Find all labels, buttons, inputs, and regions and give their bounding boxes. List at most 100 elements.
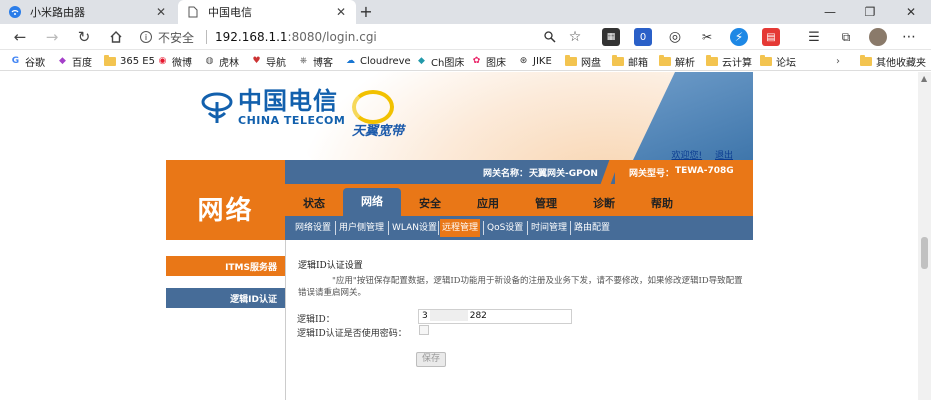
- bookmark-label: 图床: [486, 57, 506, 69]
- bookmarks-bar: G 谷歌 ◆ 百度 365 E5 ◉ 微博 ◍ 虎林 ♥ 导航 ⎈ 博客 ☁ Cloudrev…: [0, 51, 931, 71]
- bookmark-forum[interactable]: 论坛: [760, 53, 796, 69]
- scroll-up-icon[interactable]: ▲: [921, 74, 927, 83]
- extension-2-icon[interactable]: 0: [634, 28, 652, 46]
- bookmark-tuchuang[interactable]: ✿ 图床: [471, 53, 506, 69]
- extension-1-icon[interactable]: ▦: [602, 28, 620, 46]
- nav-management[interactable]: 管理: [517, 192, 575, 216]
- google-icon: G: [11, 56, 20, 66]
- bookmark-chtuchuang[interactable]: ◆ Ch图床: [416, 53, 464, 69]
- extension-3-icon[interactable]: ◎: [666, 28, 684, 46]
- hulin-icon: ◍: [205, 56, 214, 66]
- bookmark-label: 网盘: [581, 57, 601, 69]
- nav-diagnosis[interactable]: 诊断: [575, 192, 633, 216]
- extension-6-icon[interactable]: ▤: [762, 28, 780, 46]
- collections-icon[interactable]: ⧉: [837, 28, 855, 46]
- subnav-network-settings[interactable]: 网络设置: [293, 219, 333, 237]
- info-icon[interactable]: i: [140, 31, 152, 43]
- nav-help[interactable]: 帮助: [633, 192, 691, 216]
- subnav-divider: [388, 221, 389, 235]
- bookmarks-overflow-icon[interactable]: ›: [836, 53, 840, 69]
- new-tab-button[interactable]: +: [357, 2, 375, 21]
- bookmark-jike[interactable]: ⊛ JIKE: [518, 53, 552, 69]
- avatar[interactable]: [869, 28, 887, 46]
- bookmark-cloudreve[interactable]: ☁ Cloudreve: [345, 53, 411, 69]
- bookmark-365e5[interactable]: 365 E5: [104, 53, 155, 69]
- navigation-bar: ← → ↻ i 不安全 192.168.1.1:8080/login.cgi ☆…: [0, 24, 931, 50]
- gateway-name-value: 天翼网关-GPON: [529, 169, 598, 179]
- sidebar: ITMS服务器 逻辑ID认证: [166, 240, 285, 400]
- welcome-link[interactable]: 欢迎您!: [672, 151, 703, 160]
- content-title: 逻辑ID认证设置: [298, 261, 363, 271]
- logic-id-input[interactable]: 3 282: [418, 309, 572, 324]
- bookmark-blog[interactable]: ⎈ 博客: [298, 53, 333, 69]
- nav-network[interactable]: 网络: [343, 188, 401, 216]
- subnav-user-side[interactable]: 用户侧管理: [337, 219, 386, 237]
- extension-4-icon[interactable]: ✂: [698, 28, 716, 46]
- bookmark-label: 论坛: [776, 57, 796, 69]
- other-bookmarks[interactable]: 其他收藏夹: [860, 53, 926, 69]
- url-path: :8080/login.cgi: [287, 30, 377, 44]
- logout-link[interactable]: 退出: [715, 151, 733, 160]
- favorites-icon[interactable]: ☰: [805, 28, 823, 46]
- sidebar-item-itms[interactable]: ITMS服务器: [166, 256, 285, 276]
- scrollbar-thumb[interactable]: [921, 237, 928, 269]
- sidebar-item-logic-id[interactable]: 逻辑ID认证: [166, 288, 285, 308]
- close-window-button[interactable]: ✕: [891, 0, 931, 24]
- subnav-time[interactable]: 时间管理: [529, 219, 569, 237]
- tianyi-swirl-icon: [352, 90, 394, 124]
- reload-button[interactable]: ↻: [74, 27, 94, 47]
- tab-strip: 小米路由器 ✕ 中国电信 ✕ + — ❐ ✕: [0, 0, 931, 24]
- bookmark-nav[interactable]: ♥ 导航: [251, 53, 286, 69]
- folder-icon: [612, 54, 624, 66]
- home-button[interactable]: [106, 27, 126, 47]
- security-label: 不安全: [158, 30, 195, 45]
- bookmark-cloud[interactable]: 云计算: [706, 53, 752, 69]
- gateway-name-label: 网关名称：: [483, 169, 529, 179]
- folder-icon: [659, 54, 671, 66]
- nav-status[interactable]: 状态: [285, 192, 343, 216]
- more-menu-icon[interactable]: ⋯: [900, 28, 918, 46]
- close-tab-icon[interactable]: ✕: [154, 5, 168, 19]
- bookmark-wangpan[interactable]: 网盘: [565, 53, 601, 69]
- restore-button[interactable]: ❐: [850, 0, 890, 24]
- subnav-divider: [335, 221, 336, 235]
- minimize-button[interactable]: —: [810, 0, 850, 24]
- header-links: 欢迎您! 退出: [662, 148, 734, 160]
- bookmark-label: 百度: [72, 57, 92, 69]
- bookmark-jiexi[interactable]: 解析: [659, 53, 695, 69]
- bookmark-google[interactable]: G 谷歌: [10, 53, 45, 69]
- tab-xiaomi-router[interactable]: 小米路由器 ✕: [0, 0, 176, 24]
- bookmark-baidu[interactable]: ◆ 百度: [57, 53, 92, 69]
- use-password-checkbox[interactable]: [419, 325, 429, 335]
- section-title-block: 网络: [166, 160, 285, 240]
- home-icon: [110, 31, 122, 43]
- search-icon[interactable]: [541, 28, 559, 46]
- tianyi-logo: 天翼宽带: [352, 90, 404, 139]
- subnav-routing[interactable]: 路由配置: [572, 219, 612, 237]
- bookmark-hulin[interactable]: ◍ 虎林: [204, 53, 239, 69]
- main-nav: 状态 网络 安全 应用 管理 诊断 帮助: [285, 184, 753, 216]
- extension-5-icon[interactable]: ⚡: [730, 28, 748, 46]
- nav-security[interactable]: 安全: [401, 192, 459, 216]
- gateway-model-value: TEWA-708G: [675, 166, 734, 176]
- page-scrollbar[interactable]: ▲: [918, 72, 931, 400]
- subnav-remote-management[interactable]: 远程管理: [440, 219, 481, 237]
- subnav-wlan[interactable]: WLAN设置: [390, 219, 439, 237]
- bookmark-mail[interactable]: 邮箱: [612, 53, 648, 69]
- save-button[interactable]: 保存: [416, 352, 446, 367]
- gateway-info-bar: 网关名称： 天翼网关-GPON 网关型号： TEWA-708G: [285, 160, 753, 184]
- bookmark-label: 导航: [266, 57, 286, 69]
- subnav-divider: [483, 221, 484, 235]
- forward-button[interactable]: →: [42, 27, 62, 47]
- subnav-qos[interactable]: QoS设置: [485, 219, 525, 237]
- tab-china-telecom[interactable]: 中国电信 ✕: [178, 0, 356, 24]
- address-bar[interactable]: i 不安全 192.168.1.1:8080/login.cgi: [140, 26, 590, 48]
- bookmark-label: 云计算: [722, 57, 752, 69]
- tab-title: 小米路由器: [30, 6, 85, 19]
- tuchuang-icon: ✿: [472, 56, 481, 66]
- close-tab-icon[interactable]: ✕: [334, 5, 348, 19]
- star-icon[interactable]: ☆: [566, 28, 584, 46]
- back-button[interactable]: ←: [10, 27, 30, 47]
- nav-application[interactable]: 应用: [459, 192, 517, 216]
- bookmark-weibo[interactable]: ◉ 微博: [157, 53, 192, 69]
